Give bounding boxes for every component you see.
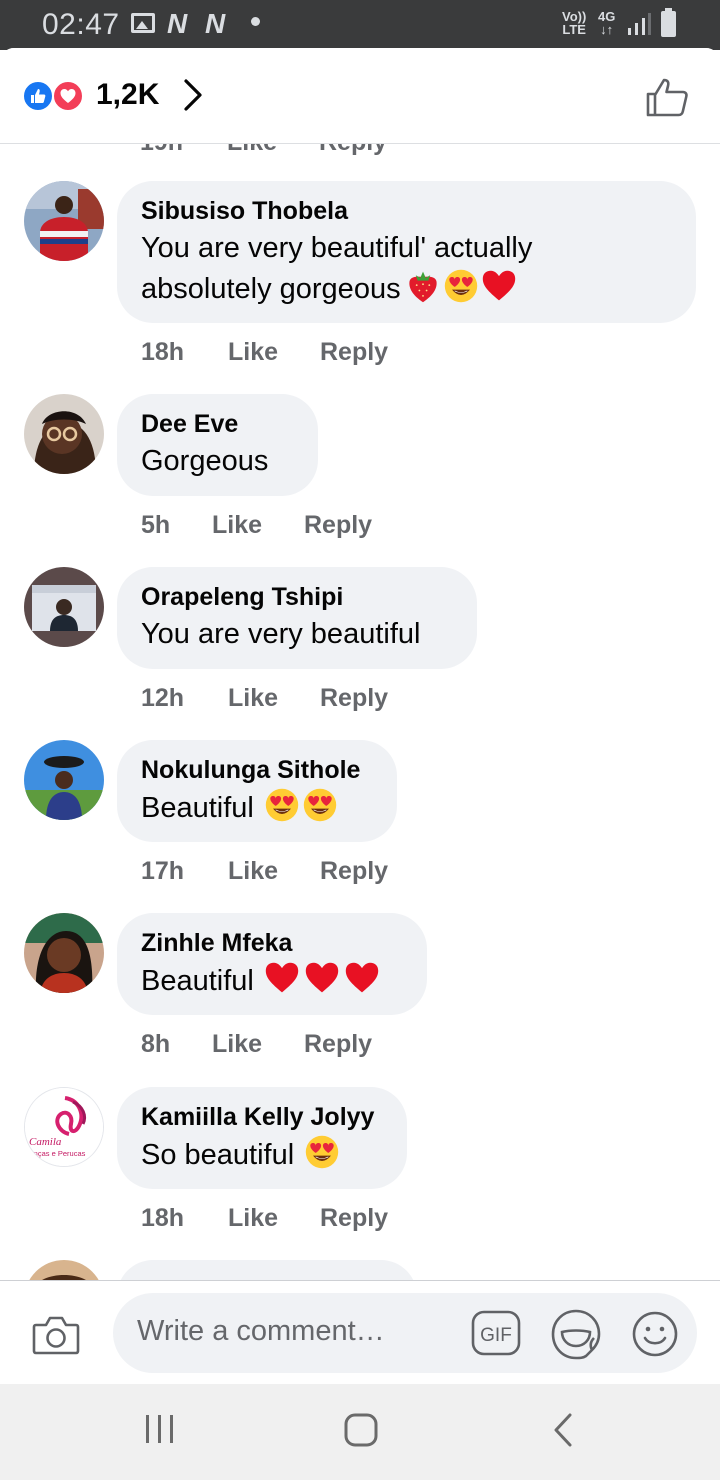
sticker-icon[interactable] <box>550 1308 602 1360</box>
heart-eyes-emoji-icon <box>304 1134 340 1170</box>
reply-link[interactable]: Reply <box>320 857 388 886</box>
home-icon[interactable] <box>343 1412 379 1448</box>
comment-time: 18h <box>141 1204 185 1232</box>
commenter-name[interactable]: Dee Eve <box>141 409 294 439</box>
avatar[interactable] <box>24 181 104 261</box>
more-notifications-dot-icon <box>251 17 260 26</box>
comment-bubble[interactable]: Sibusiso Thobela You are very beautiful'… <box>117 181 696 323</box>
status-bar: 02:47 N N Vo)) LTE 4G ↓↑ <box>0 0 720 50</box>
comment-bubble[interactable]: Zinhle Mfeka Beautiful <box>117 913 427 1015</box>
reply-link[interactable]: Reply <box>320 684 388 713</box>
commenter-name[interactable]: Zinhle Mfeka <box>141 928 403 958</box>
network-activity-label: ↓↑ <box>600 22 614 37</box>
like-link[interactable]: Like <box>228 857 278 886</box>
volte-indicator: Vo)) LTE <box>562 10 586 36</box>
avatar[interactable]: Camila ranças e Perucas <box>24 1087 104 1167</box>
comment-text-line: So beautiful <box>141 1134 383 1175</box>
notification-n-icon: N <box>205 8 226 39</box>
like-link[interactable]: Like <box>228 684 278 713</box>
comment-text: absolutely gorgeous <box>141 273 401 305</box>
like-link[interactable]: Like <box>212 1030 262 1059</box>
comment-input-placeholder: Write a comment… <box>137 1315 385 1347</box>
comment-text-line: Beautiful <box>141 787 373 828</box>
comment-time: 18h <box>141 338 185 366</box>
like-reaction-icon <box>22 80 54 112</box>
notification-n-icon: N <box>167 8 188 39</box>
signal-icon <box>628 13 651 35</box>
volte-bottom-label: LTE <box>562 22 586 37</box>
comment-input[interactable]: Write a comment… GIF <box>113 1293 697 1373</box>
heart-eyes-emoji-icon <box>443 268 479 304</box>
comment-time: 17h <box>141 857 185 885</box>
heart-eyes-emoji-icon <box>264 787 300 823</box>
comment-text: Gorgeous <box>141 445 269 477</box>
recents-icon[interactable] <box>143 1412 177 1446</box>
avatar[interactable] <box>24 913 104 993</box>
comment-text: You are very beautiful' actually <box>141 232 533 264</box>
commenter-name[interactable]: Kamiilla Kelly Jolyy <box>141 1102 383 1132</box>
avatar-logo-text: Camila <box>29 1136 62 1148</box>
comment-time: 8h <box>141 1030 171 1058</box>
comment-text: Beautiful <box>141 792 254 824</box>
comment-bubble[interactable]: Orapeleng Tshipi You are very beautiful <box>117 567 477 669</box>
camera-icon[interactable] <box>32 1313 80 1355</box>
image-icon <box>131 13 155 33</box>
comment-bubble[interactable]: Nokulunga Sithole Beautiful <box>117 740 397 842</box>
network-type-indicator: 4G ↓↑ <box>598 10 615 36</box>
reply-link[interactable]: Reply <box>304 1030 372 1059</box>
avatar[interactable] <box>24 567 104 647</box>
gif-icon[interactable]: GIF <box>471 1310 521 1356</box>
comments-sheet: 1,2K 19h Like Reply Sibusiso Thobela <box>0 48 720 1384</box>
red-heart-emoji-icon <box>344 960 380 996</box>
red-heart-emoji-icon <box>304 960 340 996</box>
status-time: 02:47 <box>42 8 120 41</box>
commenter-name[interactable]: Sibusiso Thobela <box>141 196 672 226</box>
avatar-logo-subtext: ranças e Perucas <box>27 1149 86 1158</box>
commenter-name[interactable]: Nokulunga Sithole <box>141 755 373 785</box>
gif-label: GIF <box>480 1325 512 1346</box>
reaction-count[interactable]: 1,2K <box>96 78 159 112</box>
comment-text: You are very beautiful <box>141 618 421 650</box>
commenter-name[interactable]: Orapeleng Tshipi <box>141 582 453 612</box>
like-link[interactable]: Like <box>228 338 278 367</box>
comment-bubble[interactable]: Dee Eve Gorgeous <box>117 394 318 496</box>
comment-text: Beautiful <box>141 965 254 997</box>
comment-time: 12h <box>141 684 185 712</box>
red-heart-emoji-icon <box>264 960 300 996</box>
red-heart-emoji-icon <box>481 268 517 304</box>
emoji-icon[interactable] <box>631 1310 679 1358</box>
like-link[interactable]: Like <box>212 511 262 540</box>
chevron-right-icon[interactable] <box>180 78 206 112</box>
reactions-header[interactable]: 1,2K <box>0 48 720 144</box>
thumb-up-icon[interactable] <box>644 76 690 118</box>
battery-icon <box>661 8 676 37</box>
reply-link[interactable]: Reply <box>320 338 388 367</box>
comment-text-line-2: absolutely gorgeous <box>141 268 672 309</box>
back-icon[interactable] <box>550 1411 576 1449</box>
comment-bubble[interactable]: Kamiilla Kelly Jolyy So beautiful <box>117 1087 407 1189</box>
love-reaction-icon <box>52 80 84 112</box>
avatar[interactable] <box>24 740 104 820</box>
heart-eyes-emoji-icon <box>302 787 338 823</box>
like-link[interactable]: Like <box>228 1204 278 1233</box>
strawberry-emoji-icon <box>405 268 441 304</box>
comment-time: 5h <box>141 511 171 539</box>
reply-link[interactable]: Reply <box>304 511 372 540</box>
comment-composer: Write a comment… GIF <box>0 1280 720 1384</box>
reply-link[interactable]: Reply <box>320 1204 388 1233</box>
comment-text: So beautiful <box>141 1139 295 1171</box>
system-nav-bar <box>0 1384 720 1480</box>
comment-text-line: Beautiful <box>141 960 403 1001</box>
avatar[interactable] <box>24 394 104 474</box>
